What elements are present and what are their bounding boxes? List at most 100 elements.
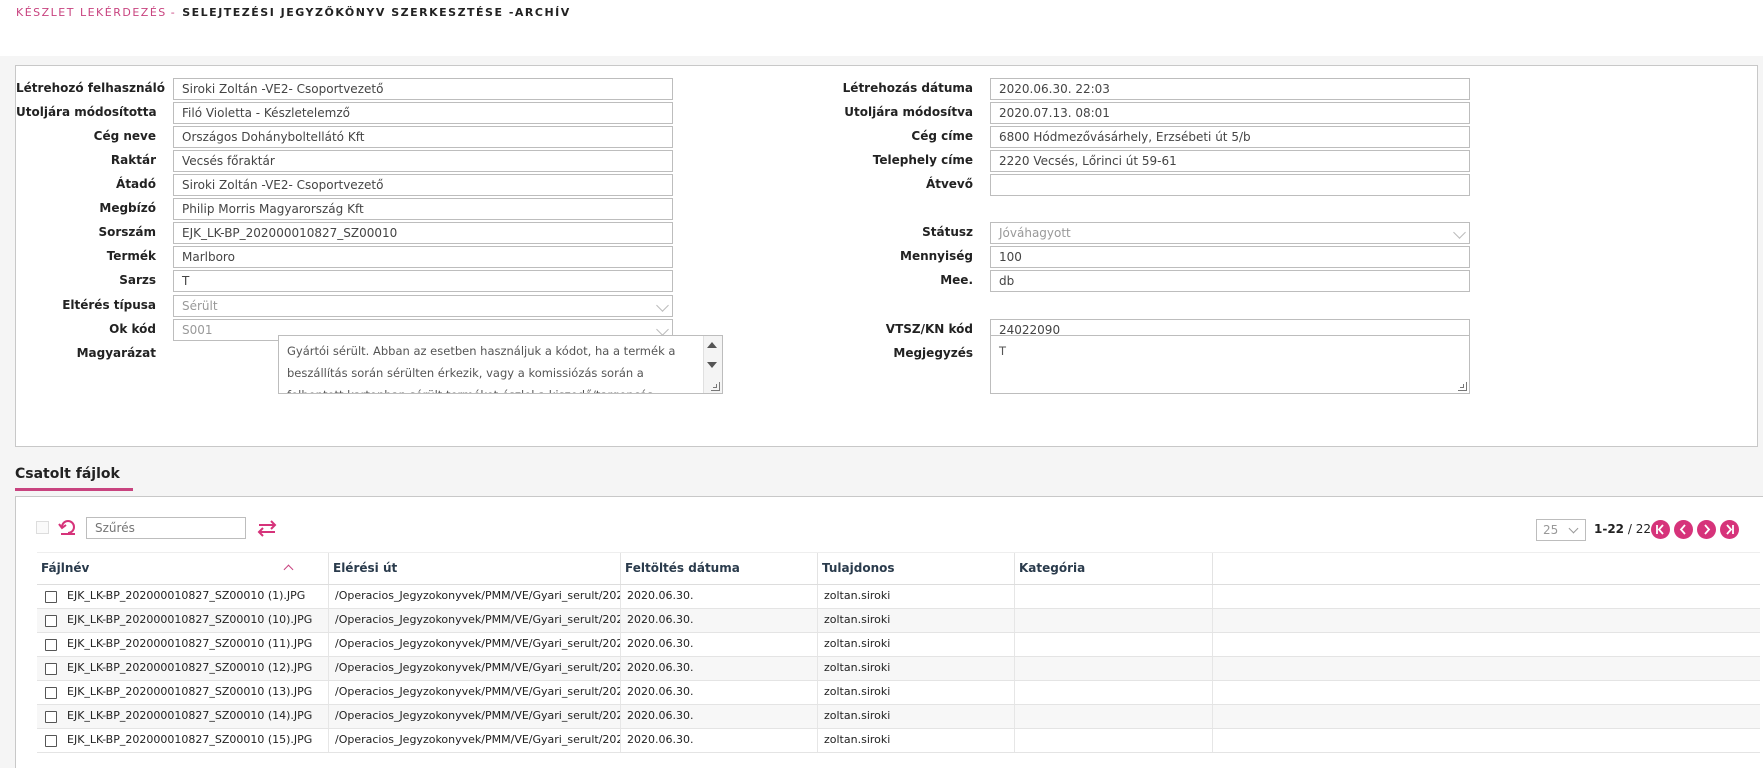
cell-category [1015,609,1213,632]
utoljara-modositotta-input[interactable]: Filó Violetta - Készletelemző [173,102,673,124]
sarzs-input[interactable]: T [173,270,673,292]
megjegyzes-textarea[interactable]: T [990,335,1470,394]
table-row[interactable]: EJK_LK-BP_202000010827_SZ00010 (15).JPG … [37,729,1760,753]
cell-category [1015,681,1213,704]
cell-path: /Operacios_Jegyzokonyvek/PMM/VE/Gyari_se… [329,705,621,728]
tab-csatolt-fajlok[interactable]: Csatolt fájlok [15,466,133,491]
row-checkbox[interactable] [45,591,57,603]
field-mennyiseg: Mennyiség 100 [841,246,1481,268]
cell-owner: zoltan.siroki [818,681,1015,704]
cell-path: /Operacios_Jegyzokonyvek/PMM/VE/Gyari_se… [329,681,621,704]
cell-filename: EJK_LK-BP_202000010827_SZ00010 (12).JPG [37,657,329,680]
textarea-scrollbar[interactable] [703,336,722,393]
field-label: Sarzs [119,273,156,287]
page-size-value: 25 [1543,523,1559,537]
field-megbizo: Megbízó Philip Morris Magyarország Kft [16,198,716,220]
mennyiseg-input[interactable]: 100 [990,246,1470,268]
sorszam-input[interactable]: EJK_LK-BP_202000010827_SZ00010 [173,222,673,244]
resize-grip-icon[interactable] [1458,382,1467,391]
megbizo-input[interactable]: Philip Morris Magyarország Kft [173,198,673,220]
row-checkbox[interactable] [45,687,57,699]
cell-filename: EJK_LK-BP_202000010827_SZ00010 (11).JPG [37,633,329,656]
page-size-select[interactable]: 25 [1536,519,1586,541]
table-row[interactable]: EJK_LK-BP_202000010827_SZ00010 (11).JPG … [37,633,1760,657]
field-atvevo: Átvevő [841,174,1481,196]
select-value: Jóváhagyott [999,226,1071,240]
elteres-tipusa-select[interactable]: Sérült [173,295,673,317]
table-row[interactable]: EJK_LK-BP_202000010827_SZ00010 (13).JPG … [37,681,1760,705]
next-page-icon [1704,524,1711,535]
atvevo-input[interactable] [990,174,1470,196]
field-label: Utoljára módosította [16,105,157,119]
field-label: Telephely címe [872,153,973,167]
row-checkbox[interactable] [45,735,57,747]
cell-owner: zoltan.siroki [818,729,1015,752]
field-label: Mennyiség [900,249,973,263]
letrehozo-felhasznalo-input[interactable]: Siroki Zoltán -VE2- Csoportvezető [173,78,673,100]
field-label: Megjegyzés [893,346,973,360]
magyarazat-textarea[interactable]: Gyártói sérült. Abban az esetben használ… [278,335,723,394]
mee-input[interactable]: db [990,270,1470,292]
select-all-checkbox[interactable] [36,521,49,534]
field-ceg-cime: Cég címe 6800 Hódmezővásárhely, Erzsébet… [841,126,1481,148]
row-checkbox[interactable] [45,663,57,675]
termek-input[interactable]: Marlboro [173,246,673,268]
breadcrumb-parent[interactable]: KÉSZLET LEKÉRDEZÉS [16,6,167,19]
field-label: Átvevő [925,177,973,191]
atado-input[interactable]: Siroki Zoltán -VE2- Csoportvezető [173,174,673,196]
table-row[interactable]: EJK_LK-BP_202000010827_SZ00010 (10).JPG … [37,609,1760,633]
next-page-button[interactable] [1697,520,1716,539]
refresh-icon[interactable] [58,517,78,537]
breadcrumb-separator: - [170,6,177,19]
statusz-select[interactable]: Jóváhagyott [990,222,1470,244]
chevron-down-icon [1453,226,1466,239]
column-header-eleresi-ut[interactable]: Elérési út [329,553,621,584]
first-page-button[interactable] [1651,520,1670,539]
column-header-fajlnev[interactable]: Fájlnév [37,553,329,584]
column-header-kategoria[interactable]: Kategória [1015,553,1213,584]
resize-grip-icon[interactable] [711,382,720,391]
cell-date: 2020.06.30. [621,585,818,608]
row-checkbox[interactable] [45,615,57,627]
chevron-down-icon [1568,523,1579,534]
field-label: Cég neve [93,129,156,143]
page-range: 1-22 [1594,522,1625,536]
scroll-down-icon[interactable] [707,362,717,368]
ceg-neve-input[interactable]: Országos Dohányboltellátó Kft [173,126,673,148]
table-row[interactable]: EJK_LK-BP_202000010827_SZ00010 (1).JPG /… [37,585,1760,609]
previous-page-button[interactable] [1674,520,1693,539]
cell-filename: EJK_LK-BP_202000010827_SZ00010 (10).JPG [37,609,329,632]
column-header-tulajdonos[interactable]: Tulajdonos [818,553,1015,584]
utoljara-modositva-input[interactable]: 2020.07.13. 08:01 [990,102,1470,124]
field-sorszam: Sorszám EJK_LK-BP_202000010827_SZ00010 [16,222,716,244]
cell-date: 2020.06.30. [621,633,818,656]
field-telephely-cime: Telephely címe 2220 Vecsés, Lőrinci út 5… [841,150,1481,172]
cell-category [1015,633,1213,656]
letrehozas-datuma-input[interactable]: 2020.06.30. 22:03 [990,78,1470,100]
table-row[interactable]: EJK_LK-BP_202000010827_SZ00010 (12).JPG … [37,657,1760,681]
field-label: Cég címe [911,129,973,143]
table-row[interactable]: EJK_LK-BP_202000010827_SZ00010 (14).JPG … [37,705,1760,729]
column-header-feltoltes-datuma[interactable]: Feltöltés dátuma [621,553,818,584]
row-checkbox[interactable] [45,711,57,723]
telephely-cime-input[interactable]: 2220 Vecsés, Lőrinci út 59-61 [990,150,1470,172]
first-page-icon [1656,524,1664,535]
scroll-up-icon[interactable] [707,342,717,348]
row-checkbox[interactable] [45,639,57,651]
filter-input[interactable] [86,517,246,539]
field-label: Raktár [110,153,156,167]
cell-owner: zoltan.siroki [818,609,1015,632]
cell-date: 2020.06.30. [621,681,818,704]
ceg-cime-input[interactable]: 6800 Hódmezővásárhely, Erzsébeti út 5/b [990,126,1470,148]
cell-owner: zoltan.siroki [818,657,1015,680]
last-page-icon [1726,524,1734,535]
raktar-input[interactable]: Vecsés főraktár [173,150,673,172]
cell-category [1015,729,1213,752]
field-utoljara-modositva: Utoljára módosítva 2020.07.13. 08:01 [841,102,1481,124]
last-page-button[interactable] [1720,520,1739,539]
field-label: VTSZ/KN kód [885,322,973,336]
cell-owner: zoltan.siroki [818,633,1015,656]
tab-bar: Csatolt fájlok [15,466,133,491]
swap-arrows-icon[interactable] [256,517,278,539]
field-label: Ok kód [109,322,156,336]
